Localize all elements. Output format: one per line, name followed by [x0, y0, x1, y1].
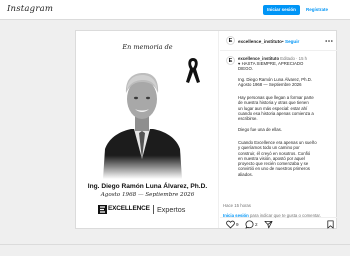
- caption-line: Agosto 1968 — Septiembre 2026: [238, 82, 302, 88]
- caption-avatar[interactable]: E: [226, 56, 235, 65]
- caption-paragraph-4: Cuando Excellence era apenas un sueño y …: [238, 140, 330, 177]
- excellence-wordmark: EXCELLENCE: [108, 205, 150, 212]
- caption-paragraph-1: Ing. Diego Ramón Luna Álvarez, Ph.D. Ago…: [238, 77, 330, 88]
- excellence-logo-icon: [98, 205, 107, 214]
- share-icon[interactable]: [264, 220, 273, 229]
- top-bar: Instagram Iniciar sesión Regístrate: [0, 0, 350, 20]
- caption-paragraph-3: Diego fue una de ellas.: [238, 127, 282, 132]
- caption-paragraph-2: Hay personas que llegan a formar parte d…: [238, 95, 330, 121]
- account-avatar[interactable]: E: [226, 36, 235, 45]
- avatar-letter: E: [228, 58, 233, 64]
- instagram-logo[interactable]: Instagram: [7, 4, 53, 14]
- post-header: E excellence_instituto • Seguir: [220, 31, 337, 51]
- memoria-heading: En memoria de: [122, 43, 173, 51]
- caption-line: escribirse.: [238, 116, 258, 122]
- footer-divider: [0, 244, 350, 245]
- post-card: En memoria de Ing. Diego Ramón Luna Álva…: [75, 30, 337, 229]
- login-button[interactable]: Iniciar sesión: [263, 5, 300, 15]
- follow-button[interactable]: Seguir: [285, 39, 299, 44]
- likes-count[interactable]: 9: [236, 222, 239, 227]
- login-prompt: Inicia sesión para indicar que te gusta …: [223, 213, 321, 218]
- login-link[interactable]: Inicia sesión: [223, 213, 249, 218]
- post-sidebar: E excellence_instituto • Seguir E excell…: [220, 31, 337, 229]
- life-dates: Agosto 1968 — Septiembre 2026: [100, 192, 195, 198]
- caption-line: aliados.: [238, 171, 253, 177]
- save-bookmark-icon[interactable]: [326, 220, 335, 229]
- expertos-wordmark: Expertos: [157, 204, 186, 214]
- mourning-ribbon-icon: [186, 58, 200, 83]
- comment-icon[interactable]: [245, 220, 254, 229]
- post-image[interactable]: En memoria de Ing. Diego Ramón Luna Álva…: [76, 31, 219, 228]
- brand-logos: EXCELLENCE Expertos: [98, 204, 198, 216]
- header-separator: •: [282, 38, 284, 44]
- action-row: 9 2: [224, 220, 336, 229]
- brand-divider: [153, 205, 154, 214]
- post-date: Hace 15 horas: [223, 203, 251, 208]
- portrait-photo: [101, 61, 183, 179]
- like-heart-icon[interactable]: [226, 220, 235, 229]
- avatar-letter: E: [228, 38, 233, 44]
- comments-count[interactable]: 2: [255, 222, 258, 227]
- caption-heading-2: DIEGO.: [238, 66, 254, 71]
- login-prompt-text: para indicar que te gusta o comentar.: [248, 213, 321, 218]
- signup-link[interactable]: Regístrate: [306, 5, 328, 15]
- person-name: Ing. Diego Ramón Luna Álvarez, Ph.D.: [87, 183, 208, 190]
- account-username[interactable]: excellence_instituto: [238, 39, 282, 44]
- more-options-icon[interactable]: [325, 37, 333, 45]
